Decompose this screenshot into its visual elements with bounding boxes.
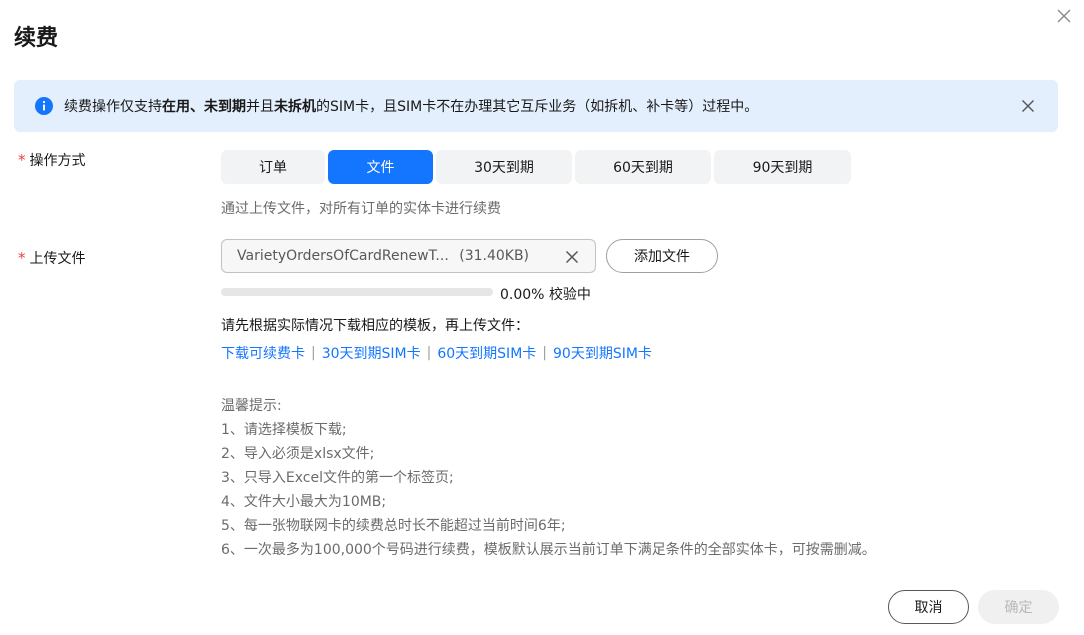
option-file[interactable]: 文件 [328, 150, 433, 184]
cancel-button[interactable]: 取消 [888, 590, 969, 624]
operation-label: * 操作方式 [18, 150, 86, 170]
tip-item: 6、一次最多为100,000个号码进行续费，模板默认展示当前订单下满足条件的全部… [221, 542, 876, 558]
download-30-days-sim-link[interactable]: 30天到期SIM卡 [322, 343, 421, 363]
upload-progress-bar [221, 288, 493, 296]
notice-text-bold: 未拆机 [274, 99, 316, 115]
link-separator: | [426, 345, 432, 361]
upload-label-text: 上传文件 [29, 251, 86, 267]
notice-alert: 续费操作仅支持在用、未到期并且未拆机的SIM卡，且SIM卡不在办理其它互斥业务（… [14, 80, 1058, 132]
link-separator: | [542, 345, 547, 361]
close-icon[interactable] [1019, 97, 1037, 115]
dialog-title: 续费 [14, 26, 59, 51]
progress-status-text: 校验中 [548, 287, 591, 303]
progress-percent: 0.00% [500, 287, 545, 303]
close-icon[interactable] [1054, 6, 1074, 26]
tip-item: 1、请选择模板下载; [221, 422, 347, 438]
required-mark: * [18, 249, 26, 267]
option-60-days[interactable]: 60天到期 [575, 150, 711, 184]
tip-item: 3、只导入Excel文件的第一个标签页; [221, 470, 454, 486]
download-renewable-card-link[interactable]: 下载可续费卡 [221, 343, 305, 363]
option-90-days[interactable]: 90天到期 [714, 150, 851, 184]
template-instruction: 请先根据实际情况下载相应的模板，再上传文件： [221, 318, 529, 334]
tips-section: 温馨提示: 1、请选择模板下载; 2、导入必须是xlsx文件; 3、只导入Exc… [221, 394, 876, 562]
notice-text: 续费操作仅支持在用、未到期并且未拆机的SIM卡，且SIM卡不在办理其它互斥业务（… [64, 96, 758, 116]
tip-item: 2、导入必须是xlsx文件; [221, 446, 375, 462]
confirm-button[interactable]: 确定 [978, 590, 1059, 624]
notice-text-part: 续费操作仅支持 [64, 99, 162, 115]
operation-segmented-control: 订单 文件 30天到期 60天到期 90天到期 [221, 150, 851, 184]
template-links: 下载可续费卡 | 30天到期SIM卡 | 60天到期SIM卡 | 90天到期SI… [221, 343, 652, 363]
close-icon[interactable] [564, 249, 580, 265]
option-30-days[interactable]: 30天到期 [436, 150, 572, 184]
uploaded-file-item: VarietyOrdersOfCardRenewT... (31.40KB) [221, 239, 596, 273]
file-name-text: VarietyOrdersOfCardRenewT... [237, 248, 449, 264]
notice-text-part: 并且 [246, 99, 274, 115]
link-separator: | [311, 345, 316, 361]
notice-text-bold: 在用、未到期 [162, 99, 246, 115]
operation-hint: 通过上传文件，对所有订单的实体卡进行续费 [221, 201, 501, 217]
file-size: (31.40KB) [459, 248, 530, 264]
info-icon [35, 97, 53, 115]
upload-progress-status: 0.00% 校验中 [500, 284, 591, 304]
notice-text-part: 的SIM卡，且SIM卡不在办理其它互斥业务（如拆机、补卡等）过程中。 [316, 99, 759, 115]
file-name: VarietyOrdersOfCardRenewT... (31.40KB) [237, 248, 529, 264]
tips-title: 温馨提示: [221, 398, 282, 414]
operation-label-text: 操作方式 [29, 153, 86, 169]
add-file-button[interactable]: 添加文件 [606, 239, 718, 273]
upload-label: * 上传文件 [18, 248, 86, 268]
download-60-days-sim-link[interactable]: 60天到期SIM卡 [437, 343, 536, 363]
required-mark: * [18, 151, 26, 169]
option-order[interactable]: 订单 [221, 150, 325, 184]
tip-item: 5、每一张物联网卡的续费总时长不能超过当前时间6年; [221, 518, 566, 534]
download-90-days-sim-link[interactable]: 90天到期SIM卡 [553, 343, 652, 363]
tip-item: 4、文件大小最大为10MB; [221, 494, 387, 510]
